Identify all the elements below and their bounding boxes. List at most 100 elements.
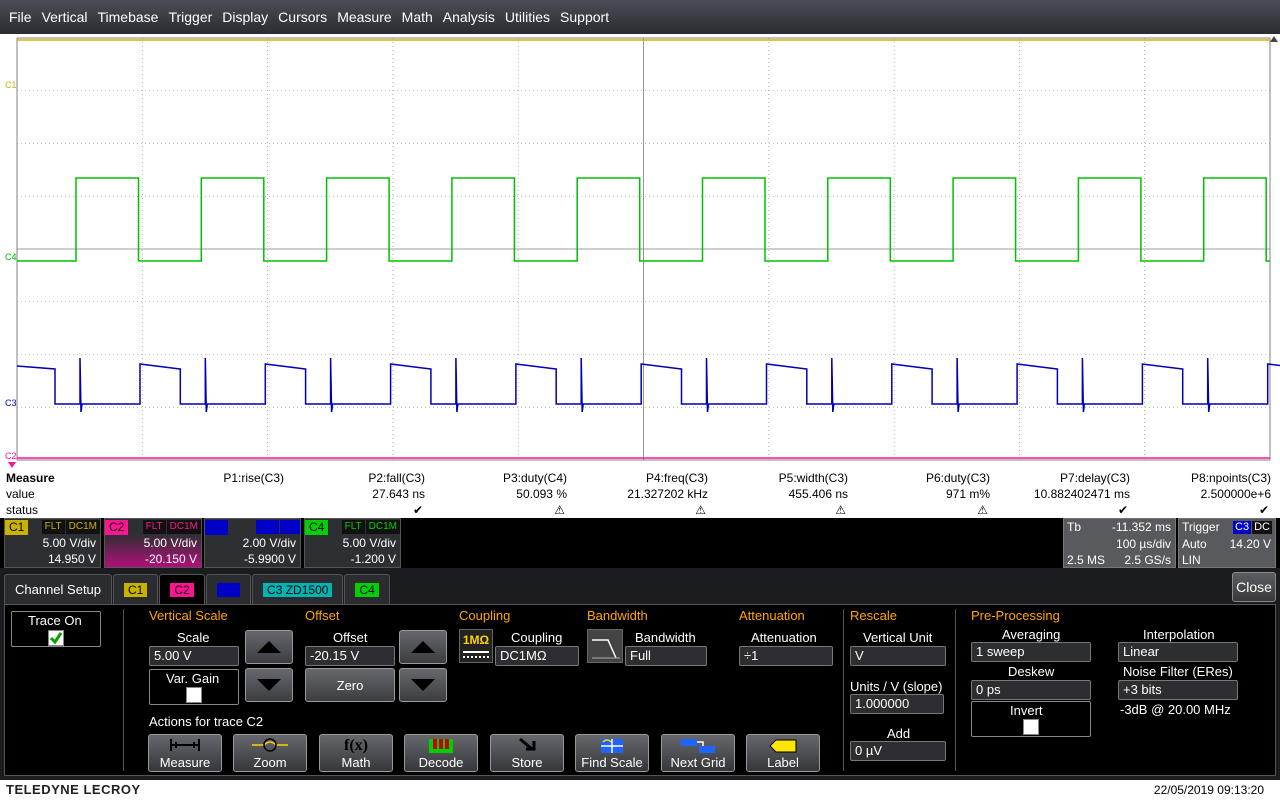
- var-gain-toggle[interactable]: Var. Gain: [149, 669, 239, 705]
- offset-label: Offset: [333, 630, 368, 645]
- channel-descriptor-c3[interactable]: C3 FLT DC 2.00 V/div -5.9900 V: [204, 518, 301, 568]
- value-row-label: value: [6, 487, 35, 501]
- channel-name: C2: [105, 519, 129, 535]
- menu-trigger[interactable]: Trigger: [163, 9, 217, 25]
- attenuation-heading: Attenuation: [739, 608, 805, 623]
- channel-tag: FLT: [41, 520, 65, 534]
- invert-toggle[interactable]: Invert: [971, 701, 1091, 737]
- menu-math[interactable]: Math: [397, 9, 438, 25]
- menu-utilities[interactable]: Utilities: [500, 9, 555, 25]
- divider: [955, 609, 956, 771]
- zero-button[interactable]: Zero: [305, 668, 395, 702]
- menu-vertical[interactable]: Vertical: [37, 9, 93, 25]
- channel-offset: -20.150 V: [144, 552, 197, 566]
- offset-input[interactable]: -20.15 V: [305, 646, 395, 666]
- param-name-p2[interactable]: P2:fall(C3): [368, 471, 425, 485]
- measure-action-button[interactable]: Measure: [148, 734, 222, 772]
- date-time: 22/05/2019 09:13:20: [1153, 783, 1264, 797]
- scale-up-button[interactable]: [245, 630, 293, 664]
- vertical-unit-input[interactable]: V: [850, 646, 946, 666]
- action-label: Math: [341, 755, 371, 770]
- coupling-icon[interactable]: 1MΩ: [459, 629, 493, 663]
- channel-descriptor-c4[interactable]: C4 FLT DC1M 5.00 V/div -1.200 V: [304, 518, 401, 568]
- trace-label-c2: C2: [5, 451, 17, 461]
- param-status-p6: ⚠: [977, 503, 988, 517]
- tab-c3[interactable]: C3: [205, 574, 252, 604]
- channel-tag: FLT: [255, 520, 279, 534]
- scale-input[interactable]: 5.00 V: [149, 646, 239, 666]
- tab-c2[interactable]: C2: [159, 574, 205, 604]
- trace-label-c3: C3: [5, 398, 17, 408]
- menu-cursors[interactable]: Cursors: [273, 9, 332, 25]
- bandwidth-label: Bandwidth: [635, 630, 696, 645]
- function-icon: f(x): [344, 737, 368, 754]
- bandwidth-filter-icon[interactable]: [587, 629, 623, 663]
- slope-input[interactable]: 1.000000: [850, 694, 944, 714]
- vertical-unit-label: Vertical Unit: [863, 630, 933, 645]
- trigger-descriptor[interactable]: Trigger C3 DC Auto 14.20 V LIN: [1178, 518, 1276, 568]
- noise-filter-select[interactable]: +3 bits: [1118, 680, 1238, 700]
- next-grid-action-button[interactable]: Next Grid: [661, 734, 735, 772]
- tab-c4[interactable]: C4: [344, 574, 390, 604]
- bandwidth-select[interactable]: Full: [625, 646, 707, 666]
- attenuation-input[interactable]: ÷1: [739, 646, 833, 666]
- tab-label: C1: [124, 582, 148, 597]
- coupling-heading: Coupling: [459, 608, 511, 623]
- menu-bar: File Vertical Timebase Trigger Display C…: [0, 0, 1280, 34]
- store-action-button[interactable]: Store: [490, 734, 564, 772]
- menu-measure[interactable]: Measure: [332, 9, 396, 25]
- param-name-p4[interactable]: P4:freq(C3): [646, 471, 708, 485]
- menu-timebase[interactable]: Timebase: [92, 9, 163, 25]
- math-action-button[interactable]: f(x) Math: [319, 734, 393, 772]
- deskew-input[interactable]: 0 ps: [971, 680, 1091, 700]
- down-arrow-icon: [257, 679, 281, 691]
- find-scale-action-button[interactable]: Find Scale: [575, 734, 649, 772]
- attenuation-label: Attenuation: [751, 630, 817, 645]
- offset-up-button[interactable]: [399, 630, 447, 664]
- channel-tag: DC1M: [365, 520, 400, 534]
- close-button[interactable]: Close: [1232, 572, 1276, 602]
- trace-label-c1: C1: [5, 80, 17, 90]
- tab-channel-setup[interactable]: Channel Setup: [4, 574, 113, 604]
- channel-descriptor-c2[interactable]: C2 FLT DC1M 5.00 V/div -20.150 V: [104, 518, 202, 568]
- offset-down-button[interactable]: [399, 668, 447, 702]
- param-name-p7[interactable]: P7:delay(C3): [1060, 471, 1130, 485]
- param-name-p8[interactable]: P8:npoints(C3): [1191, 471, 1271, 485]
- trace-on-toggle[interactable]: Trace On: [11, 611, 101, 647]
- menu-display[interactable]: Display: [217, 9, 273, 25]
- menu-analysis[interactable]: Analysis: [438, 9, 500, 25]
- menu-support[interactable]: Support: [555, 9, 614, 25]
- label-action-button[interactable]: Label: [746, 734, 820, 772]
- param-value-p7: 10.882402471 ms: [1033, 487, 1130, 501]
- timebase-rate: 2.5 GS/s: [1124, 553, 1171, 567]
- divider: [123, 609, 124, 771]
- tab-c1[interactable]: C1: [113, 574, 159, 604]
- waveform-display[interactable]: C1 C4 C3 C2: [0, 34, 1280, 470]
- var-gain-checkbox[interactable]: [186, 687, 202, 703]
- averaging-input[interactable]: 1 sweep: [971, 642, 1091, 662]
- channel-scale: 5.00 V/div: [342, 536, 396, 550]
- coupling-label: Coupling: [511, 630, 563, 645]
- add-label: Add: [887, 726, 911, 741]
- decode-action-button[interactable]: Decode: [404, 734, 478, 772]
- channel-tag: FLT: [142, 520, 166, 534]
- trigger-source: C3: [1233, 521, 1252, 534]
- channel-descriptor-c1[interactable]: C1 FLT DC1M 5.00 V/div 14.950 V: [4, 518, 101, 568]
- add-input[interactable]: 0 µV: [850, 741, 946, 761]
- param-name-p3[interactable]: P3:duty(C4): [503, 471, 567, 485]
- scale-down-button[interactable]: [245, 668, 293, 702]
- zoom-action-button[interactable]: Zoom: [233, 734, 307, 772]
- interpolation-select[interactable]: Linear: [1118, 642, 1238, 662]
- invert-checkbox[interactable]: [1023, 719, 1039, 735]
- actions-title: Actions for trace C2: [149, 714, 264, 729]
- trace-on-checkbox[interactable]: [48, 630, 64, 646]
- timebase-descriptor[interactable]: Tb -11.352 ms 100 µs/div 2.5 MS 2.5 GS/s: [1063, 518, 1176, 568]
- param-name-p1[interactable]: P1:rise(C3): [223, 471, 284, 485]
- menu-file[interactable]: File: [4, 9, 37, 25]
- param-name-p5[interactable]: P5:width(C3): [779, 471, 848, 485]
- coupling-select[interactable]: DC1MΩ: [495, 646, 579, 666]
- param-name-p6[interactable]: P6:duty(C3): [926, 471, 990, 485]
- channel-name: C3: [205, 519, 229, 535]
- up-arrow-icon: [411, 641, 435, 653]
- tab-c3-zd1500[interactable]: C3 ZD1500: [252, 574, 344, 604]
